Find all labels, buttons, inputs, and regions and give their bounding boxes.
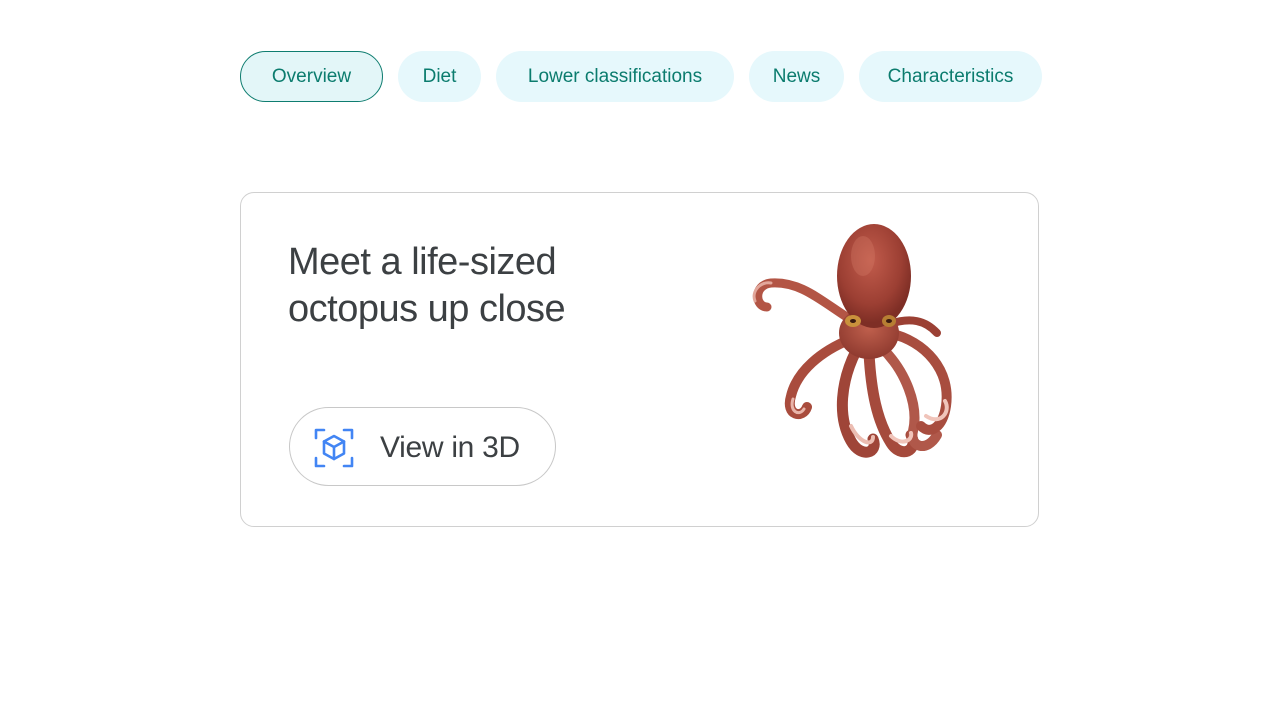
tab-label: Diet: [422, 65, 457, 87]
tab-diet[interactable]: Diet: [398, 51, 481, 102]
view-in-3d-card: Meet a life-sized octopus up close View …: [240, 192, 1039, 527]
tab-news[interactable]: News: [749, 51, 844, 102]
view-in-3d-button[interactable]: View in 3D: [289, 407, 556, 486]
tab-label: Lower classifications: [527, 65, 703, 87]
3d-cube-icon: [314, 428, 354, 468]
card-headline: Meet a life-sized octopus up close: [288, 241, 566, 330]
tab-chip-bar: Overview Diet Lower classifications News…: [240, 51, 1042, 102]
tab-label: News: [772, 65, 821, 87]
tab-overview[interactable]: Overview: [240, 51, 383, 102]
view-in-3d-label: View in 3D: [380, 431, 520, 464]
octopus-image: [752, 224, 952, 458]
page: Overview Diet Lower classifications News…: [0, 0, 1280, 720]
tab-lower-classifications[interactable]: Lower classifications: [496, 51, 734, 102]
tab-label: Characteristics: [887, 65, 1014, 87]
tab-label: Overview: [271, 65, 352, 87]
tab-characteristics[interactable]: Characteristics: [859, 51, 1042, 102]
